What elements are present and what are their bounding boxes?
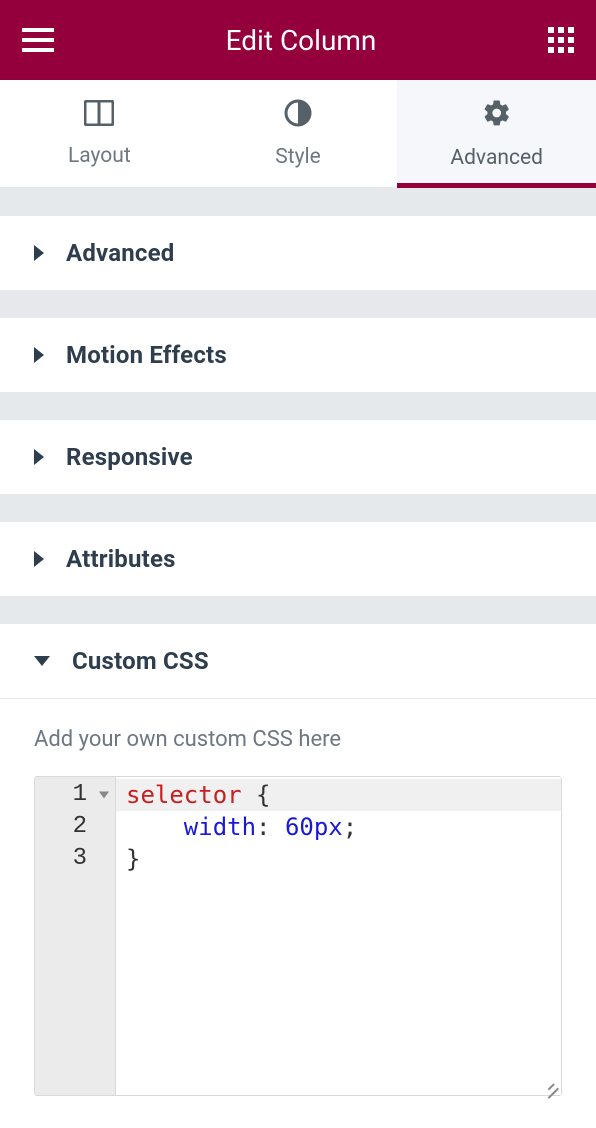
custom-css-description: Add your own custom CSS here [34, 727, 562, 752]
line-number: 2 [73, 811, 87, 843]
section-responsive[interactable]: Responsive [0, 420, 596, 494]
section-title: Custom CSS [72, 647, 209, 675]
section-title: Advanced [66, 239, 175, 267]
menu-icon[interactable] [22, 28, 54, 52]
chevron-right-icon [34, 551, 44, 567]
code-gutter: 1 2 3 [35, 777, 115, 1095]
chevron-right-icon [34, 245, 44, 261]
line-number: 3 [73, 843, 87, 875]
code-area[interactable]: selector { width: 60px; } [115, 777, 561, 1095]
code-token-selector: selector [126, 781, 242, 809]
code-token-colon: : [256, 813, 285, 841]
section-attributes[interactable]: Attributes [0, 522, 596, 596]
code-token-value: 60px [285, 813, 343, 841]
code-token-brace: { [242, 781, 271, 809]
section-gap [0, 290, 596, 318]
gutter-line: 3 [35, 843, 115, 875]
section-gap [0, 494, 596, 522]
code-token-property: width [184, 813, 256, 841]
section-title: Attributes [66, 545, 176, 573]
panel-title: Edit Column [226, 24, 377, 57]
chevron-right-icon [34, 449, 44, 465]
section-title: Motion Effects [66, 341, 227, 369]
code-token-semicolon: ; [343, 813, 357, 841]
section-gap [0, 188, 596, 216]
panel-header: Edit Column [0, 0, 596, 80]
code-token-brace: } [126, 845, 140, 873]
tab-layout[interactable]: Layout [0, 80, 199, 187]
chevron-right-icon [34, 347, 44, 363]
tab-label: Style [275, 145, 321, 169]
style-icon [284, 99, 312, 133]
tab-label: Advanced [450, 146, 543, 170]
chevron-down-icon [34, 656, 50, 666]
fold-icon[interactable] [99, 792, 109, 799]
tab-bar: Layout Style Advanced [0, 80, 596, 188]
section-gap [0, 392, 596, 420]
section-gap [0, 596, 596, 624]
gutter-line: 1 [35, 779, 115, 811]
layout-icon [84, 100, 114, 132]
gutter-line: 2 [35, 811, 115, 843]
custom-css-panel: Add your own custom CSS here 1 2 3 selec… [0, 699, 596, 1096]
tab-label: Layout [68, 144, 131, 168]
line-number: 1 [73, 779, 87, 811]
section-advanced[interactable]: Advanced [0, 216, 596, 290]
tab-style[interactable]: Style [199, 80, 398, 187]
section-custom-css[interactable]: Custom CSS [0, 624, 596, 698]
gear-icon [482, 98, 512, 134]
apps-icon[interactable] [548, 27, 574, 53]
tab-advanced[interactable]: Advanced [397, 80, 596, 187]
section-title: Responsive [66, 443, 193, 471]
resize-handle[interactable] [541, 1075, 559, 1093]
code-indent [126, 813, 184, 841]
section-motion-effects[interactable]: Motion Effects [0, 318, 596, 392]
custom-css-editor[interactable]: 1 2 3 selector { width: 60px; } [34, 776, 562, 1096]
